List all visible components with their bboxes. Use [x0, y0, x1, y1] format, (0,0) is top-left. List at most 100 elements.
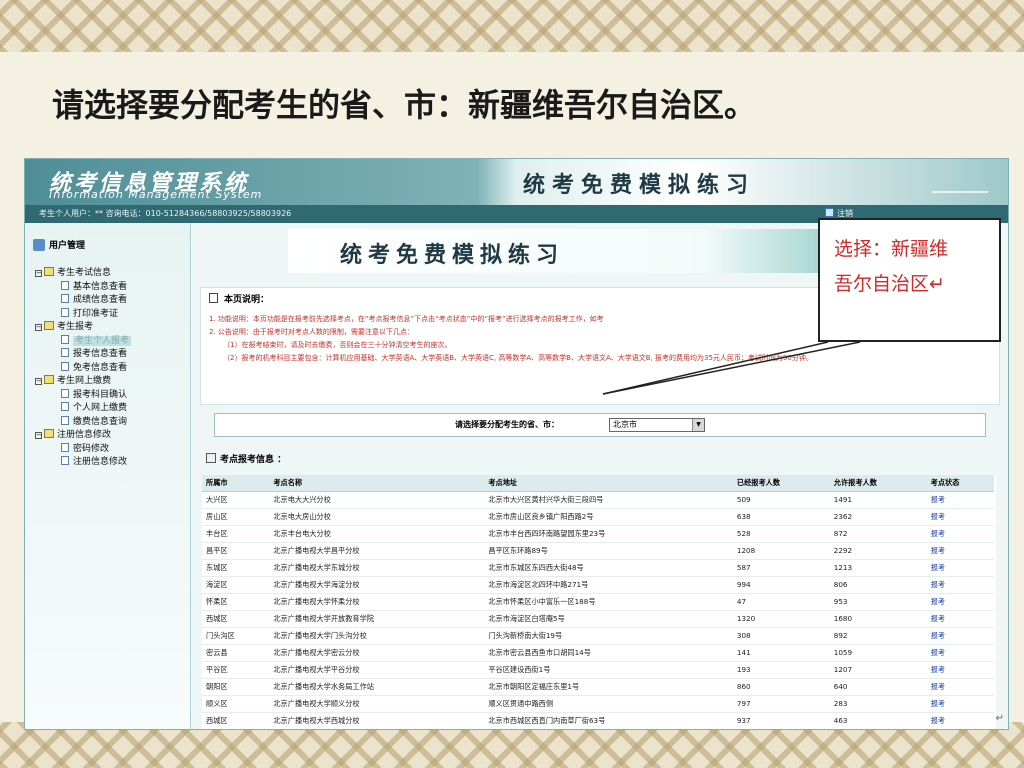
tree-page-item[interactable]: 注册信息修改 [35, 456, 190, 470]
table-row: 东城区 北京广播电视大学东城分校 北京市东城区东四西大街48号 587 1213 报考 [202, 559, 994, 577]
table-cell: 872 [829, 525, 927, 543]
table-cell: 797 [732, 695, 830, 713]
tree-item-label: 报考信息查看 [73, 349, 128, 359]
table-cell: 937 [732, 712, 830, 729]
table-cell: 海淀区 [202, 576, 270, 594]
exam-table: 所属市 考点名称 考点地址 已经报考人数 允许报考人数 考点状态 大兴区 北京电大大兴分校北… [202, 475, 996, 729]
page-icon [61, 442, 69, 452]
table-cell: 顺义区 [202, 695, 270, 713]
folder-icon [44, 429, 54, 438]
table-cell: 丰台区 [202, 525, 270, 543]
decorative-top-band [0, 0, 1024, 52]
tree-page-item[interactable]: 打印准考证 [35, 307, 190, 322]
table-row: 怀柔区 北京广播电视大学怀柔分校 北京市怀柔区小中富乐一区188号 47 953 报考 [202, 593, 994, 611]
table-cell: 528 [732, 525, 830, 543]
collapse-icon[interactable]: − [35, 378, 42, 385]
table-cell: 北京丰台电大分校 [269, 525, 485, 543]
user-info: 考生个人用户：** 咨询电话：010-51284366/58803925/588… [39, 209, 292, 218]
table-cell: 西城区 [202, 712, 270, 729]
table-cell: 953 [829, 593, 927, 611]
table-cell: 昌平区 [202, 542, 270, 560]
table-cell: 北京广播电视大学西城分校 [269, 712, 485, 729]
table-cell: 北京市密云县西鱼市口胡同14号 [484, 644, 733, 662]
table-cell: 北京市大兴区黄村兴华大街三段四号 [484, 491, 733, 509]
tree-item-label: 考生个人报考 [73, 335, 132, 346]
tree-item-label: 考生考试信息 [57, 268, 112, 278]
table-cell: 1207 [829, 661, 927, 679]
register-link[interactable]: 报考 [926, 508, 994, 526]
tree-item-label: 打印准考证 [73, 308, 119, 319]
province-select[interactable]: 北京市 ▼ [609, 418, 705, 432]
page-icon [61, 361, 69, 371]
tree-folder-item[interactable]: − 考生报考 [35, 321, 190, 335]
register-link[interactable]: 报考 [926, 627, 994, 645]
table-cell: 509 [732, 491, 830, 509]
table-cell: 1059 [829, 644, 927, 662]
table-row: 密云县 北京广播电视大学密云分校 北京市密云县西鱼市口胡同14号 141 1059 报考 [202, 644, 994, 662]
collapse-icon[interactable]: − [35, 270, 42, 277]
tree-folder-item[interactable]: − 考生考试信息 [35, 267, 190, 281]
province-select-label: 请选择要分配考生的省、市： [455, 420, 559, 429]
table-cell: 638 [732, 508, 830, 526]
table-cell: 北京市海淀区北四环中路271号 [484, 576, 733, 594]
tree-page-item[interactable]: 报考科目确认 [35, 388, 190, 403]
app-header: 统考信息管理系统 Information Management System 统… [25, 159, 1008, 205]
table-cell: 308 [732, 627, 830, 645]
collapse-icon[interactable]: − [35, 324, 42, 331]
table-row: 昌平区 北京广播电视大学昌平分校 昌平区东环路89号 1208 2292 报考 [202, 542, 994, 560]
register-link[interactable]: 报考 [926, 695, 994, 713]
slide-title: 请选择要分配考生的省、市：新疆维吾尔自治区。 [52, 86, 757, 124]
register-link[interactable]: 报考 [926, 491, 994, 509]
table-cell: 北京电大房山分校 [269, 508, 485, 526]
table-cell: 西城区 [202, 610, 270, 628]
register-link[interactable]: 报考 [926, 610, 994, 628]
table-cell: 806 [829, 576, 927, 594]
register-link[interactable]: 报考 [926, 525, 994, 543]
table-cell: 47 [732, 593, 830, 611]
logout-icon [825, 208, 834, 217]
notice-icon [209, 293, 218, 303]
table-cell: 1208 [732, 542, 830, 560]
collapse-icon[interactable]: − [35, 432, 42, 439]
register-link[interactable]: 报考 [926, 542, 994, 560]
table-cell: 北京电大大兴分校 [269, 491, 485, 509]
tree-folder-item[interactable]: − 注册信息修改 [35, 429, 190, 443]
tree-page-item[interactable]: 免考信息查看 [35, 361, 190, 376]
register-link[interactable]: 报考 [926, 593, 994, 611]
callout-line: 选择：新疆维 [834, 238, 949, 260]
folder-icon [44, 321, 54, 330]
table-cell: 463 [829, 712, 927, 729]
register-link[interactable]: 报考 [926, 712, 994, 729]
table-cell: 北京广播电视大学顺义分校 [269, 695, 485, 713]
table-cell: 892 [829, 627, 927, 645]
tree-item-label: 免考信息查看 [73, 362, 128, 373]
system-name-en: Information Management System [49, 188, 263, 201]
tree-page-item[interactable]: 密码修改 [35, 442, 190, 457]
tree-folder-item[interactable]: − 考生网上缴费 [35, 375, 190, 389]
table-cell: 北京市东城区东四西大街48号 [484, 559, 733, 577]
tree-page-item[interactable]: 成绩信息查看 [35, 294, 190, 308]
tree-item-label: 注册信息修改 [57, 430, 112, 440]
table-cell: 860 [732, 678, 830, 696]
tree-page-item[interactable]: 报考信息查看 [35, 348, 190, 362]
tree-page-item[interactable]: 个人网上缴费 [35, 402, 190, 416]
table-cell: 平谷区 [202, 661, 270, 679]
tree-page-item[interactable]: 缴费信息查询 [35, 415, 190, 430]
page-icon [61, 294, 69, 303]
register-link[interactable]: 报考 [926, 559, 994, 577]
table-row: 门头沟区 北京广播电视大学门头沟分校 门头沟新桥南大街19号 308 892 报考 [202, 627, 994, 645]
table-cell: 北京广播电视大学怀柔分校 [269, 593, 485, 611]
tree-page-item[interactable]: 基本信息查看 [35, 280, 190, 295]
tree-item-label: 考生报考 [57, 322, 94, 332]
chevron-down-icon[interactable]: ▼ [692, 419, 704, 431]
register-link[interactable]: 报考 [926, 661, 994, 679]
tree-page-item[interactable]: 考生个人报考 [35, 334, 190, 349]
register-link[interactable]: 报考 [926, 576, 994, 594]
page-icon [61, 348, 69, 357]
register-link[interactable]: 报考 [926, 678, 994, 696]
table-row: 海淀区 北京广播电视大学海淀分校 北京市海淀区北四环中路271号 994 806 报考 [202, 576, 994, 594]
table-row: 西城区 北京广播电视大学西城分校 北京市西城区西直门内南草厂街63号 937 463 报考 [202, 712, 994, 729]
register-link[interactable]: 报考 [926, 644, 994, 662]
table-cell: 北京广播电视大学平谷分校 [269, 661, 485, 679]
province-select-row: 请选择要分配考生的省、市： 北京市 ▼ [214, 413, 986, 437]
